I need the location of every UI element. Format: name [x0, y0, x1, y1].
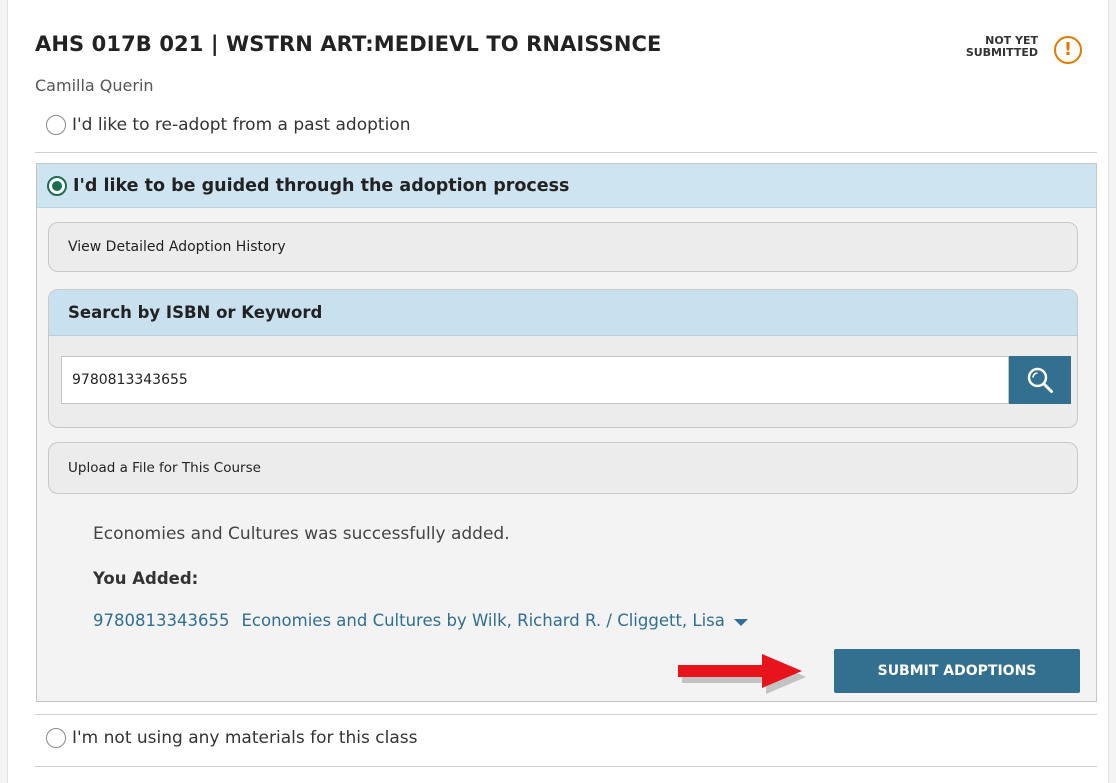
added-label: You Added: [93, 569, 199, 588]
submission-status: NOT YET SUBMITTED [956, 35, 1038, 59]
option-guided[interactable]: I'd like to be guided through the adopti… [37, 164, 1096, 208]
divider [35, 714, 1097, 715]
radio-guided[interactable] [47, 175, 67, 196]
added-isbn[interactable]: 9780813343655 [93, 611, 229, 630]
added-title[interactable]: Economies and Cultures by Wilk, Richard … [241, 611, 724, 630]
radio-readopt[interactable] [46, 115, 66, 135]
option-readopt[interactable]: I'd like to re-adopt from a past adoptio… [46, 115, 410, 135]
red-arrow-annotation [678, 654, 806, 694]
search-input[interactable] [61, 356, 1009, 404]
instructor-name: Camilla Querin [35, 76, 154, 95]
option-not-using[interactable]: I'm not using any materials for this cla… [46, 728, 418, 748]
submit-adoptions-button[interactable]: SUBMIT ADOPTIONS [834, 649, 1080, 693]
chevron-down-icon[interactable] [733, 619, 748, 626]
course-card: AHS 017B 021 | WSTRN ART:MEDIEVL TO RNAI… [7, 0, 1109, 783]
option-guided-label: I'd like to be guided through the adopti… [73, 175, 570, 196]
upload-file-link[interactable]: Upload a File for This Course [48, 442, 1078, 494]
search-icon [1027, 367, 1053, 393]
divider [35, 152, 1097, 153]
adoption-history-link[interactable]: View Detailed Adoption History [48, 222, 1078, 272]
search-section: Search by ISBN or Keyword [48, 289, 1078, 428]
guided-panel: I'd like to be guided through the adopti… [36, 163, 1097, 702]
option-not-using-label: I'm not using any materials for this cla… [72, 728, 418, 748]
search-button[interactable] [1009, 356, 1071, 404]
divider [35, 766, 1097, 767]
adoption-history-label: View Detailed Adoption History [68, 239, 286, 255]
search-header[interactable]: Search by ISBN or Keyword [49, 290, 1077, 336]
option-readopt-label: I'd like to re-adopt from a past adoptio… [72, 115, 411, 135]
radio-not-using[interactable] [46, 728, 66, 748]
course-title: AHS 017B 021 | WSTRN ART:MEDIEVL TO RNAI… [35, 32, 662, 56]
added-item[interactable]: 9780813343655 Economies and Cultures by … [93, 611, 748, 630]
status-line-2: SUBMITTED [965, 46, 1038, 59]
success-message: Economies and Cultures was successfully … [93, 524, 510, 544]
upload-file-label: Upload a File for This Course [68, 460, 261, 476]
warning-circle-icon: ! [1054, 36, 1082, 64]
